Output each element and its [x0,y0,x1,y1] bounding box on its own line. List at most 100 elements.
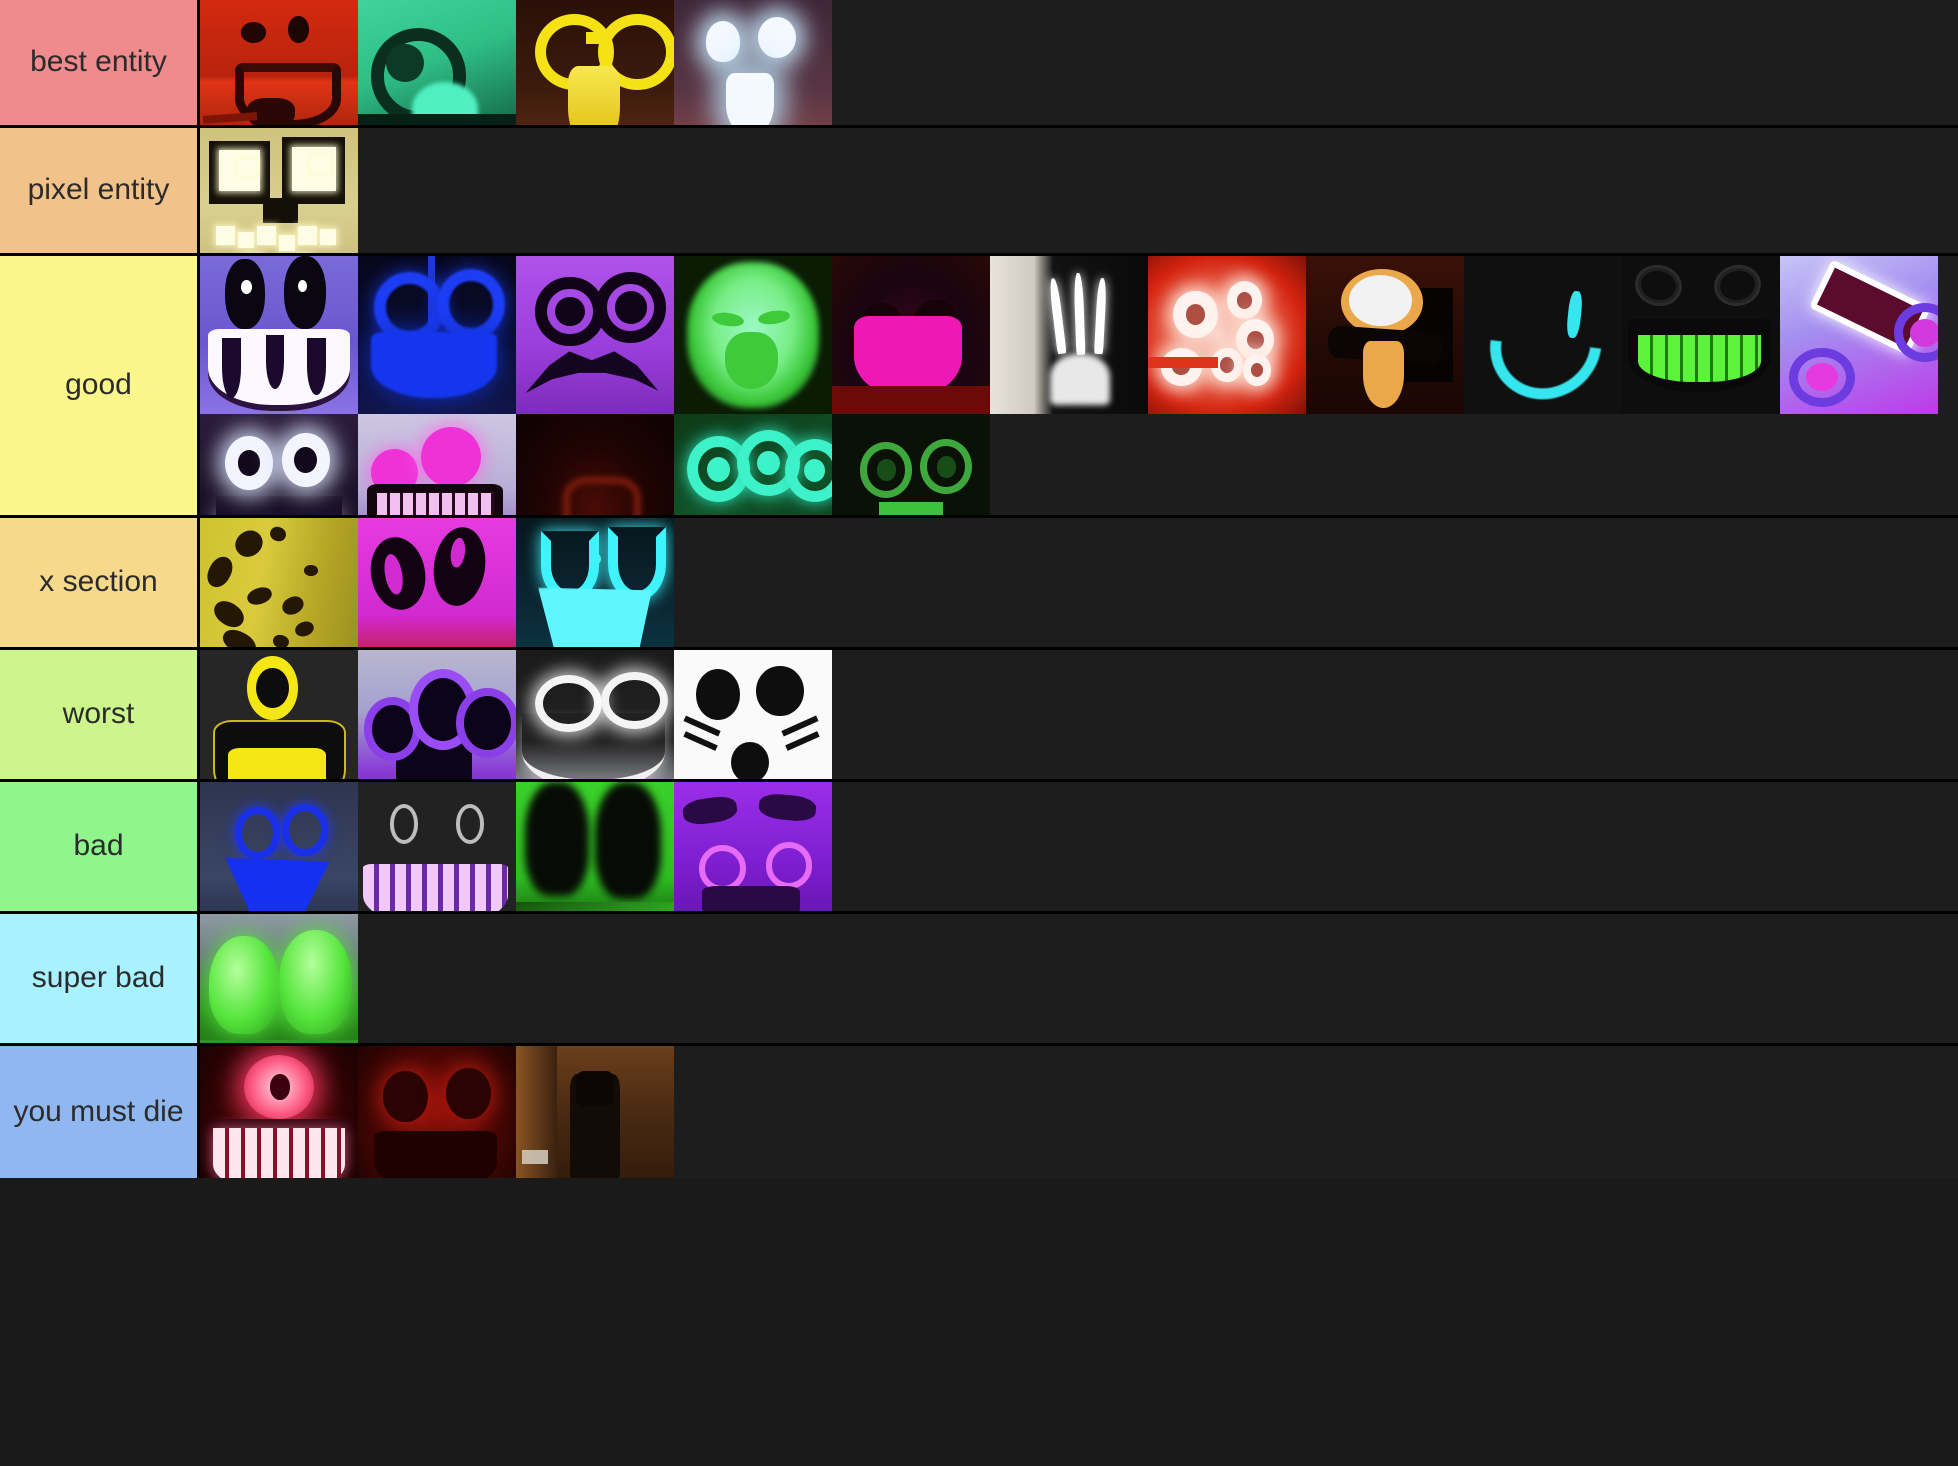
blue-glowing-grin-entity[interactable] [358,256,516,414]
purple-mustache-entity[interactable] [516,256,674,414]
tier-empty-space[interactable] [990,414,1958,515]
tier-label[interactable]: bad [0,782,200,911]
tier-items-container [200,1046,1958,1178]
white-glowing-ghost-entity-art [674,0,832,125]
tier-row: you must die [0,1046,1958,1178]
green-crying-entity[interactable] [674,256,832,414]
magenta-bubble-mouth-entity-art [358,414,516,515]
dark-green-mouth-entity-art [832,414,990,515]
purple-teeth-grin-entity[interactable] [358,782,516,911]
pixel-yellow-entity-art [200,128,358,253]
tier-empty-space[interactable] [674,1046,1958,1178]
teal-ring-entity[interactable] [674,414,832,515]
pixel-yellow-entity[interactable] [200,128,358,253]
tier-row: good [0,256,1958,518]
white-chalk-smile-entity-art [516,650,674,779]
tier-items-container [200,782,1958,911]
cyan-smiley-entity[interactable] [1464,256,1622,414]
tier-label[interactable]: x section [0,518,200,647]
tier-row: super bad [0,914,1958,1046]
red-cyclops-teeth-entity[interactable] [200,1046,358,1178]
purple-toothy-entity[interactable] [200,256,358,414]
tier-empty-space[interactable] [358,914,1958,1043]
orange-cone-head-entity[interactable] [1306,256,1464,414]
green-bulb-eyes-entity[interactable] [200,914,358,1043]
green-ring-entity-art [358,0,516,125]
tier-row: bad [0,782,1958,914]
red-screaming-face[interactable] [200,0,358,125]
green-crying-entity-art [674,256,832,414]
pink-mouth-entity[interactable] [832,256,990,414]
tier-items-container [200,518,1958,647]
magenta-big-eyes-entity-art [358,518,516,647]
purple-split-face-entity-art [674,782,832,911]
dark-green-mouth-entity[interactable] [832,414,990,515]
dark-red-faint-entity-art [516,414,674,515]
tier-empty-space[interactable] [832,782,1958,911]
blue-smile-entity[interactable] [200,782,358,911]
tier-label[interactable]: you must die [0,1046,200,1178]
tier-label[interactable]: good [0,256,200,515]
purple-split-face-entity[interactable] [674,782,832,911]
red-many-eyes-entity[interactable] [1148,256,1306,414]
white-chalk-smile-entity[interactable] [516,650,674,779]
tier-empty-space[interactable] [832,0,1958,125]
tier-items-container [200,0,1958,125]
tier-label[interactable]: pixel entity [0,128,200,253]
purple-goggles-entity[interactable] [358,650,516,779]
red-many-eyes-entity-art [1148,256,1306,414]
yellow-goggles-tongue-entity[interactable] [516,0,674,125]
red-cyclops-teeth-entity-art [200,1046,358,1178]
red-scribble-eyes-entity-art [358,1046,516,1178]
cyan-smiley-entity-art [1464,256,1622,414]
cyan-u-eyes-entity[interactable] [516,518,674,647]
tier-items-container [200,128,1958,253]
yellow-open-mouth-entity-art [200,650,358,779]
blue-smile-entity-art [200,782,358,911]
tier-label[interactable]: best entity [0,0,200,125]
magenta-big-eyes-entity[interactable] [358,518,516,647]
purple-goggles-entity-art [358,650,516,779]
purple-teeth-grin-entity-art [358,782,516,911]
magenta-bubble-mouth-entity[interactable] [358,414,516,515]
tier-row: best entity [0,0,1958,128]
green-teeth-scribble-entity-art [1622,256,1780,414]
tier-empty-space[interactable] [674,518,1958,647]
yellow-wall-entity[interactable] [200,518,358,647]
purple-mustache-entity-art [516,256,674,414]
tier-items-container [200,256,1958,515]
tier-label[interactable]: worst [0,650,200,779]
tier-row: worst [0,650,1958,782]
purple-toothy-entity-art [200,256,358,414]
purple-neon-rectangle-entity-art [1780,256,1938,414]
brown-corridor-figure-entity[interactable] [516,1046,674,1178]
green-bulb-eyes-entity-art [200,914,358,1043]
yellow-wall-entity-art [200,518,358,647]
red-scribble-eyes-entity[interactable] [358,1046,516,1178]
yellow-open-mouth-entity[interactable] [200,650,358,779]
yellow-goggles-tongue-entity-art [516,0,674,125]
blue-glowing-grin-entity-art [358,256,516,414]
tier-label[interactable]: super bad [0,914,200,1043]
tier-row: x section [0,518,1958,650]
orange-cone-head-entity-art [1306,256,1464,414]
green-blob-entity[interactable] [516,782,674,911]
tier-empty-space[interactable] [358,128,1958,253]
green-blob-entity-art [516,782,674,911]
white-doodle-face-entity[interactable] [674,650,832,779]
dark-red-faint-entity[interactable] [516,414,674,515]
pink-mouth-entity-art [832,256,990,414]
purple-neon-rectangle-entity[interactable] [1780,256,1938,414]
green-teeth-scribble-entity[interactable] [1622,256,1780,414]
green-ring-entity[interactable] [358,0,516,125]
tier-empty-space[interactable] [832,650,1958,779]
white-glowing-ghost-entity[interactable] [674,0,832,125]
cyan-u-eyes-entity-art [516,518,674,647]
white-eyed-grin-entity[interactable] [200,414,358,515]
tier-list: best entity pixel entity good x section wors… [0,0,1958,1466]
tier-items-container [200,914,1958,1043]
red-screaming-face-art [200,0,358,125]
white-claw-entity-art [990,256,1148,414]
white-eyed-grin-entity-art [200,414,358,515]
white-claw-entity[interactable] [990,256,1148,414]
